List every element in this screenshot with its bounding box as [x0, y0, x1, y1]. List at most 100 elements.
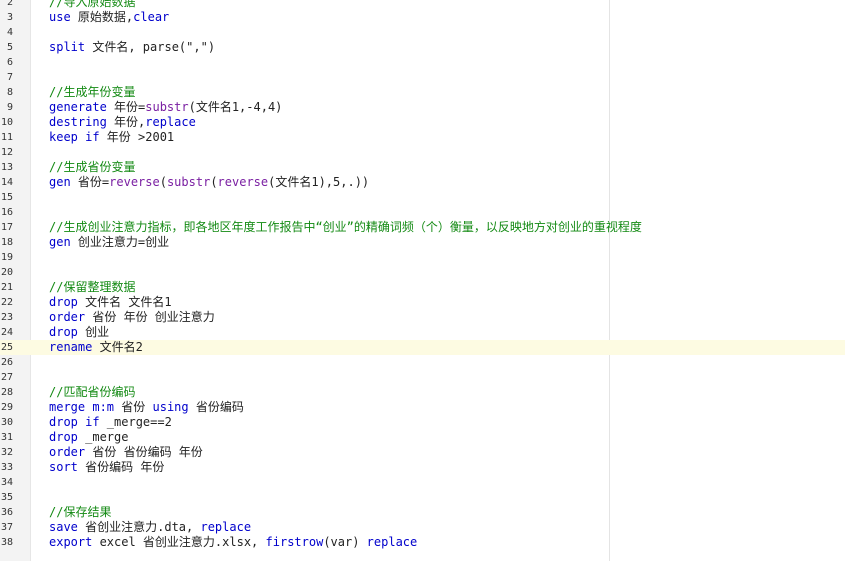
text-token: 省份 年份 创业注意力: [85, 310, 215, 324]
code-text: drop _merge: [49, 430, 128, 445]
code-line[interactable]: 36 //保存结果: [0, 505, 845, 520]
code-line[interactable]: 11 keep if 年份 >2001: [0, 130, 845, 145]
keyword-token: replace: [200, 520, 252, 534]
keyword-token: drop: [49, 295, 78, 309]
line-number: 10: [0, 117, 13, 128]
code-line[interactable]: 20: [0, 265, 845, 280]
line-number: 30: [0, 417, 13, 428]
code-line[interactable]: 24 drop 创业: [0, 325, 845, 340]
code-line[interactable]: 19: [0, 250, 845, 265]
line-number: 8: [6, 87, 13, 98]
code-line[interactable]: 28 //匹配省份编码: [0, 385, 845, 400]
keyword-token: generate: [49, 100, 107, 114]
code-line[interactable]: 10 destring 年份,replace: [0, 115, 845, 130]
code-line[interactable]: 23 order 省份 年份 创业注意力: [0, 310, 845, 325]
line-number: 6: [6, 57, 13, 68]
code-line[interactable]: 22 drop 文件名 文件名1: [0, 295, 845, 310]
line-number: 27: [0, 372, 13, 383]
line-number: 24: [0, 327, 13, 338]
code-text: merge m:m 省份 using 省份编码: [49, 400, 244, 415]
code-text: //保存结果: [49, 505, 111, 520]
code-line[interactable]: 30 drop if _merge==2: [0, 415, 845, 430]
code-line[interactable]: 15: [0, 190, 845, 205]
text-token: 省份 省份编码 年份: [85, 445, 203, 459]
code-line[interactable]: 16: [0, 205, 845, 220]
code-line[interactable]: 13 //生成省份变量: [0, 160, 845, 175]
code-text: order 省份 省份编码 年份: [49, 445, 203, 460]
line-number: 37: [0, 522, 13, 533]
comment-token: //导入原始数据: [49, 0, 136, 9]
code-line[interactable]: 7: [0, 70, 845, 85]
code-line[interactable]: 2 //导入原始数据: [0, 0, 845, 10]
function-token: substr: [166, 175, 211, 189]
text-token: _merge: [77, 430, 129, 444]
keyword-token: destring: [49, 115, 107, 129]
line-number: 14: [0, 177, 13, 188]
code-line[interactable]: 14 gen 省份=reverse(substr(reverse(文件名1),5,…: [0, 175, 845, 190]
code-line[interactable]: 21 //保留整理数据: [0, 280, 845, 295]
code-text: rename 文件名2: [49, 340, 143, 355]
text-token: 文件名, parse(","): [85, 40, 216, 54]
text-token: 省份=: [70, 175, 110, 189]
code-line[interactable]: 3 use 原始数据,clear: [0, 10, 845, 25]
text-token: (var): [323, 535, 367, 549]
code-line[interactable]: 8 //生成年份变量: [0, 85, 845, 100]
line-number: 25: [0, 342, 13, 353]
text-token: 年份 >2001: [99, 130, 175, 144]
code-text: //匹配省份编码: [49, 385, 135, 400]
line-number: 35: [0, 492, 13, 503]
line-number: 17: [0, 222, 13, 233]
code-line[interactable]: 26: [0, 355, 845, 370]
code-line[interactable]: 35: [0, 490, 845, 505]
keyword-token: rename: [49, 340, 93, 354]
code-text: split 文件名, parse(","): [49, 40, 215, 55]
code-line[interactable]: 5 split 文件名, parse(","): [0, 40, 845, 55]
line-number: 11: [0, 132, 13, 143]
keyword-token: drop if: [49, 415, 100, 429]
text-token: (: [159, 175, 167, 189]
code-line[interactable]: 12: [0, 145, 845, 160]
keyword-token: gen: [49, 175, 71, 189]
code-line[interactable]: 37 save 省创业注意力.dta, replace: [0, 520, 845, 535]
code-line[interactable]: 33 sort 省份编码 年份: [0, 460, 845, 475]
comment-token: //生成省份变量: [49, 160, 136, 174]
keyword-token: drop: [49, 325, 78, 339]
code-line[interactable]: 31 drop _merge: [0, 430, 845, 445]
code-line[interactable]: 25 rename 文件名2: [0, 340, 845, 355]
keyword-token: save: [49, 520, 78, 534]
code-line[interactable]: 29 merge m:m 省份 using 省份编码: [0, 400, 845, 415]
line-number: 16: [0, 207, 13, 218]
code-line[interactable]: 6: [0, 55, 845, 70]
code-line[interactable]: 18 gen 创业注意力=创业: [0, 235, 845, 250]
keyword-token: drop: [49, 430, 78, 444]
text-token: 年份,: [106, 115, 146, 129]
comment-token: //保留整理数据: [49, 280, 136, 294]
keyword-token: using: [152, 400, 189, 414]
keyword-token: keep if: [49, 130, 100, 144]
code-line[interactable]: 17 //生成创业注意力指标，即各地区年度工作报告中“创业”的精确词频（个）衡量，…: [0, 220, 845, 235]
code-line[interactable]: 34: [0, 475, 845, 490]
line-number: 33: [0, 462, 13, 473]
code-line[interactable]: 4: [0, 25, 845, 40]
do-file-editor[interactable]: 2 //导入原始数据 3 use 原始数据,clear 4 5 split 文件名, par…: [0, 0, 845, 561]
code-text: generate 年份=substr(文件名1,-4,4): [49, 100, 282, 115]
text-token: 省份: [114, 400, 153, 414]
code-text: save 省创业注意力.dta, replace: [49, 520, 251, 535]
line-number: 26: [0, 357, 13, 368]
line-number: 4: [6, 27, 13, 38]
line-number: 7: [6, 72, 13, 83]
code-line[interactable]: 32 order 省份 省份编码 年份: [0, 445, 845, 460]
line-number: 18: [0, 237, 13, 248]
line-number: 34: [0, 477, 13, 488]
code-line[interactable]: 9 generate 年份=substr(文件名1,-4,4): [0, 100, 845, 115]
line-number: 31: [0, 432, 13, 443]
code-line[interactable]: 27: [0, 370, 845, 385]
code-text: //导入原始数据: [49, 0, 135, 10]
line-number: 9: [6, 102, 13, 113]
keyword-token: order: [49, 310, 86, 324]
keyword-token: replace: [145, 115, 196, 129]
code-lines[interactable]: 2 //导入原始数据 3 use 原始数据,clear 4 5 split 文件名, par…: [0, 0, 845, 550]
text-token: 省份编码 年份: [77, 460, 165, 474]
text-token: 省创业注意力.dta,: [77, 520, 201, 534]
code-line[interactable]: 38 export excel 省创业注意力.xlsx, firstrow(var…: [0, 535, 845, 550]
